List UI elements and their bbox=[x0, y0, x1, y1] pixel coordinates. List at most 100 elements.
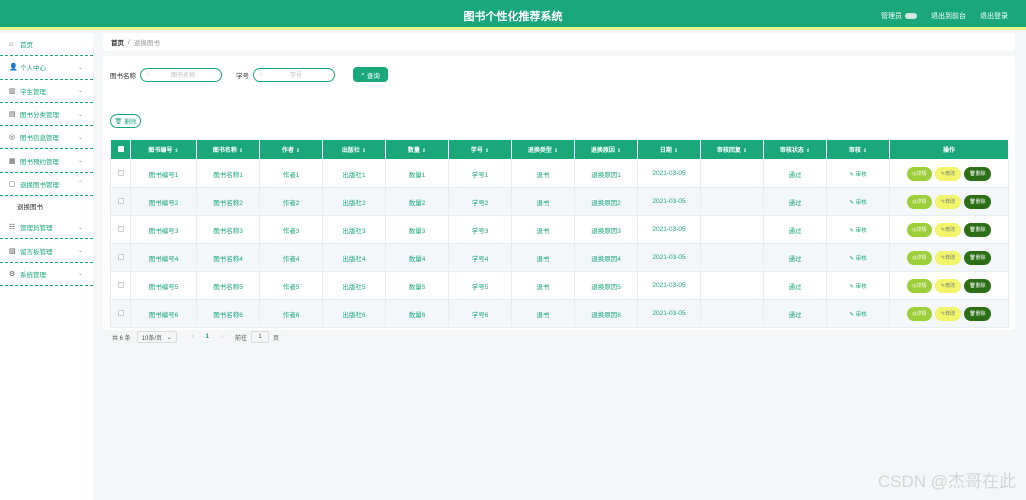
column-header[interactable]: 审核状态 ⇕ bbox=[763, 139, 827, 160]
row-checkbox[interactable] bbox=[117, 169, 124, 176]
detail-button[interactable]: ◎ 详情 bbox=[907, 306, 932, 321]
sort-icon[interactable]: ⇕ bbox=[296, 148, 300, 154]
row-checkbox-cell[interactable] bbox=[110, 243, 131, 272]
column-header[interactable]: 图书编号 ⇕ bbox=[130, 139, 197, 160]
table-cell: 2021-03-05 bbox=[637, 187, 701, 216]
sort-icon[interactable]: ⇕ bbox=[743, 148, 747, 154]
column-header[interactable]: 审核回复 ⇕ bbox=[700, 139, 764, 160]
exit-to-front-link[interactable]: 退出到前台 bbox=[931, 11, 966, 21]
table-cell bbox=[700, 215, 764, 244]
table-cell: 数量2 bbox=[385, 187, 449, 216]
table-cell: 出版社6 bbox=[322, 299, 386, 328]
sidebar-item[interactable]: ▤ 图书分类管理 ⌄ bbox=[0, 103, 93, 127]
edit-button[interactable]: ✎ 修改 bbox=[935, 222, 961, 237]
column-header[interactable]: 学号 ⇕ bbox=[448, 139, 512, 160]
column-header[interactable]: 作者 ⇕ bbox=[259, 139, 323, 160]
delete-button[interactable]: 🗑 删除 bbox=[964, 306, 991, 321]
avatar[interactable] bbox=[905, 13, 917, 20]
column-header[interactable]: 日期 ⇕ bbox=[637, 139, 701, 160]
column-header[interactable]: 审核 ⇕ bbox=[826, 139, 890, 160]
delete-button[interactable]: 🗑 删除 bbox=[964, 194, 991, 209]
sidebar-item[interactable]: ◎ 图书信息管理 ⌄ bbox=[0, 126, 93, 150]
chevron-down-icon: ⌄ bbox=[77, 88, 83, 95]
sidebar-subitem-return-books[interactable]: 退换图书 bbox=[0, 196, 93, 216]
row-checkbox[interactable] bbox=[117, 281, 124, 288]
column-header[interactable]: 图书名称 ⇕ bbox=[196, 139, 260, 160]
delete-button[interactable]: 🗑 删除 bbox=[964, 250, 991, 265]
sort-icon[interactable]: ⇕ bbox=[485, 148, 489, 154]
detail-button[interactable]: ◎ 详情 bbox=[907, 194, 932, 209]
row-checkbox-cell[interactable] bbox=[110, 187, 131, 216]
detail-button[interactable]: ◎ 详情 bbox=[907, 278, 932, 293]
detail-button[interactable]: ◎ 详情 bbox=[907, 250, 932, 265]
column-header[interactable]: 退换类型 ⇕ bbox=[511, 139, 575, 160]
review-cell: ✎ 审核 bbox=[826, 271, 890, 300]
review-cell: ✎ 审核 bbox=[826, 243, 890, 272]
row-checkbox[interactable] bbox=[117, 225, 124, 232]
delete-button[interactable]: 🗑 删除 bbox=[964, 166, 991, 181]
sort-icon[interactable]: ⇕ bbox=[674, 148, 678, 154]
column-header[interactable]: 退换原因 ⇕ bbox=[574, 139, 638, 160]
row-checkbox-cell[interactable] bbox=[110, 299, 131, 328]
row-checkbox-cell[interactable] bbox=[110, 159, 131, 188]
table-cell: 数量6 bbox=[385, 299, 449, 328]
sort-icon[interactable]: ⇕ bbox=[554, 148, 558, 154]
sort-icon[interactable]: ⇕ bbox=[362, 148, 366, 154]
row-checkbox[interactable] bbox=[117, 253, 124, 260]
row-checkbox[interactable] bbox=[117, 309, 124, 316]
page-size-select[interactable]: 10条/页 ⌄ bbox=[136, 331, 177, 343]
sort-icon[interactable]: ⇕ bbox=[174, 148, 178, 154]
sort-icon[interactable]: ⇕ bbox=[239, 148, 243, 154]
student-no-input[interactable]: ○ 学号 bbox=[253, 67, 335, 82]
edit-button[interactable]: ✎ 修改 bbox=[935, 194, 961, 209]
batch-delete-button[interactable]: 🗑 删除 bbox=[110, 114, 141, 128]
trash-icon: 🗑 bbox=[114, 118, 123, 125]
column-header[interactable]: 出版社 ⇕ bbox=[322, 139, 386, 160]
review-link[interactable]: ✎ 审核 bbox=[849, 172, 866, 178]
review-link[interactable]: ✎ 审核 bbox=[849, 200, 866, 206]
sidebar-item[interactable]: ▦ 图书预约管理 ⌄ bbox=[0, 149, 93, 173]
sidebar-item[interactable]: ▨ 留言板管理 ⌄ bbox=[0, 239, 93, 263]
detail-button[interactable]: ◎ 详情 bbox=[907, 222, 932, 237]
detail-button[interactable]: ◎ 详情 bbox=[907, 166, 932, 181]
review-link[interactable]: ✎ 审核 bbox=[849, 256, 866, 262]
sidebar-item[interactable]: ⚙ 系统管理 ⌄ bbox=[0, 263, 93, 286]
top-header: 图书个性化推荐系统 管理员 退出到前台 退出登录 bbox=[0, 0, 1026, 30]
edit-button[interactable]: ✎ 修改 bbox=[935, 166, 961, 181]
sidebar-item[interactable]: ☷ 管理员管理 ⌄ bbox=[0, 216, 93, 240]
logout-link[interactable]: 退出登录 bbox=[980, 11, 1008, 21]
edit-button[interactable]: ✎ 修改 bbox=[935, 306, 961, 321]
row-checkbox[interactable] bbox=[117, 197, 124, 204]
sidebar-item[interactable]: ▥ 学生管理 ⌄ bbox=[0, 80, 93, 103]
delete-button[interactable]: 🗑 删除 bbox=[964, 278, 991, 293]
table-cell: 图书名称5 bbox=[196, 271, 260, 300]
table-cell: 图书名称2 bbox=[196, 187, 260, 216]
sort-icon[interactable]: ⇕ bbox=[806, 148, 810, 154]
table-cell: 2021-03-05 bbox=[637, 299, 701, 328]
column-header[interactable]: 数量 ⇕ bbox=[385, 139, 449, 160]
search-bar: 图书名称 ○ 图书名称 学号 ○ 学号 ⌕ 查询 bbox=[110, 67, 388, 82]
edit-button[interactable]: ✎ 修改 bbox=[935, 278, 961, 293]
review-link[interactable]: ✎ 审核 bbox=[849, 228, 866, 234]
goto-page-input[interactable]: 1 bbox=[251, 331, 270, 343]
sidebar-item[interactable]: ⌂ 首页 bbox=[0, 33, 93, 57]
row-checkbox-cell[interactable] bbox=[110, 271, 131, 300]
review-link[interactable]: ✎ 审核 bbox=[849, 284, 866, 290]
book-name-input[interactable]: ○ 图书名称 bbox=[140, 67, 222, 82]
review-link[interactable]: ✎ 审核 bbox=[849, 312, 866, 318]
sort-icon[interactable]: ⇕ bbox=[863, 148, 867, 154]
next-page-icon[interactable]: › bbox=[221, 334, 223, 340]
sidebar-item[interactable]: ▢ 退换图书管理 ⌃ bbox=[0, 173, 93, 197]
sort-icon[interactable]: ⇕ bbox=[617, 148, 621, 154]
query-button[interactable]: ⌕ 查询 bbox=[353, 67, 388, 82]
sidebar-item[interactable]: 👤 个人中心 ⌄ bbox=[0, 56, 93, 80]
breadcrumb-home[interactable]: 首页 bbox=[111, 37, 124, 47]
prev-page-icon[interactable]: ‹ bbox=[192, 334, 194, 340]
sort-icon[interactable]: ⇕ bbox=[422, 148, 426, 154]
edit-button[interactable]: ✎ 修改 bbox=[935, 250, 961, 265]
delete-button[interactable]: 🗑 删除 bbox=[964, 222, 991, 237]
select-all-checkbox-cell[interactable] bbox=[110, 139, 131, 160]
page-number[interactable]: 1 bbox=[206, 334, 209, 340]
row-checkbox-cell[interactable] bbox=[110, 215, 131, 244]
select-all-checkbox[interactable] bbox=[117, 145, 124, 152]
